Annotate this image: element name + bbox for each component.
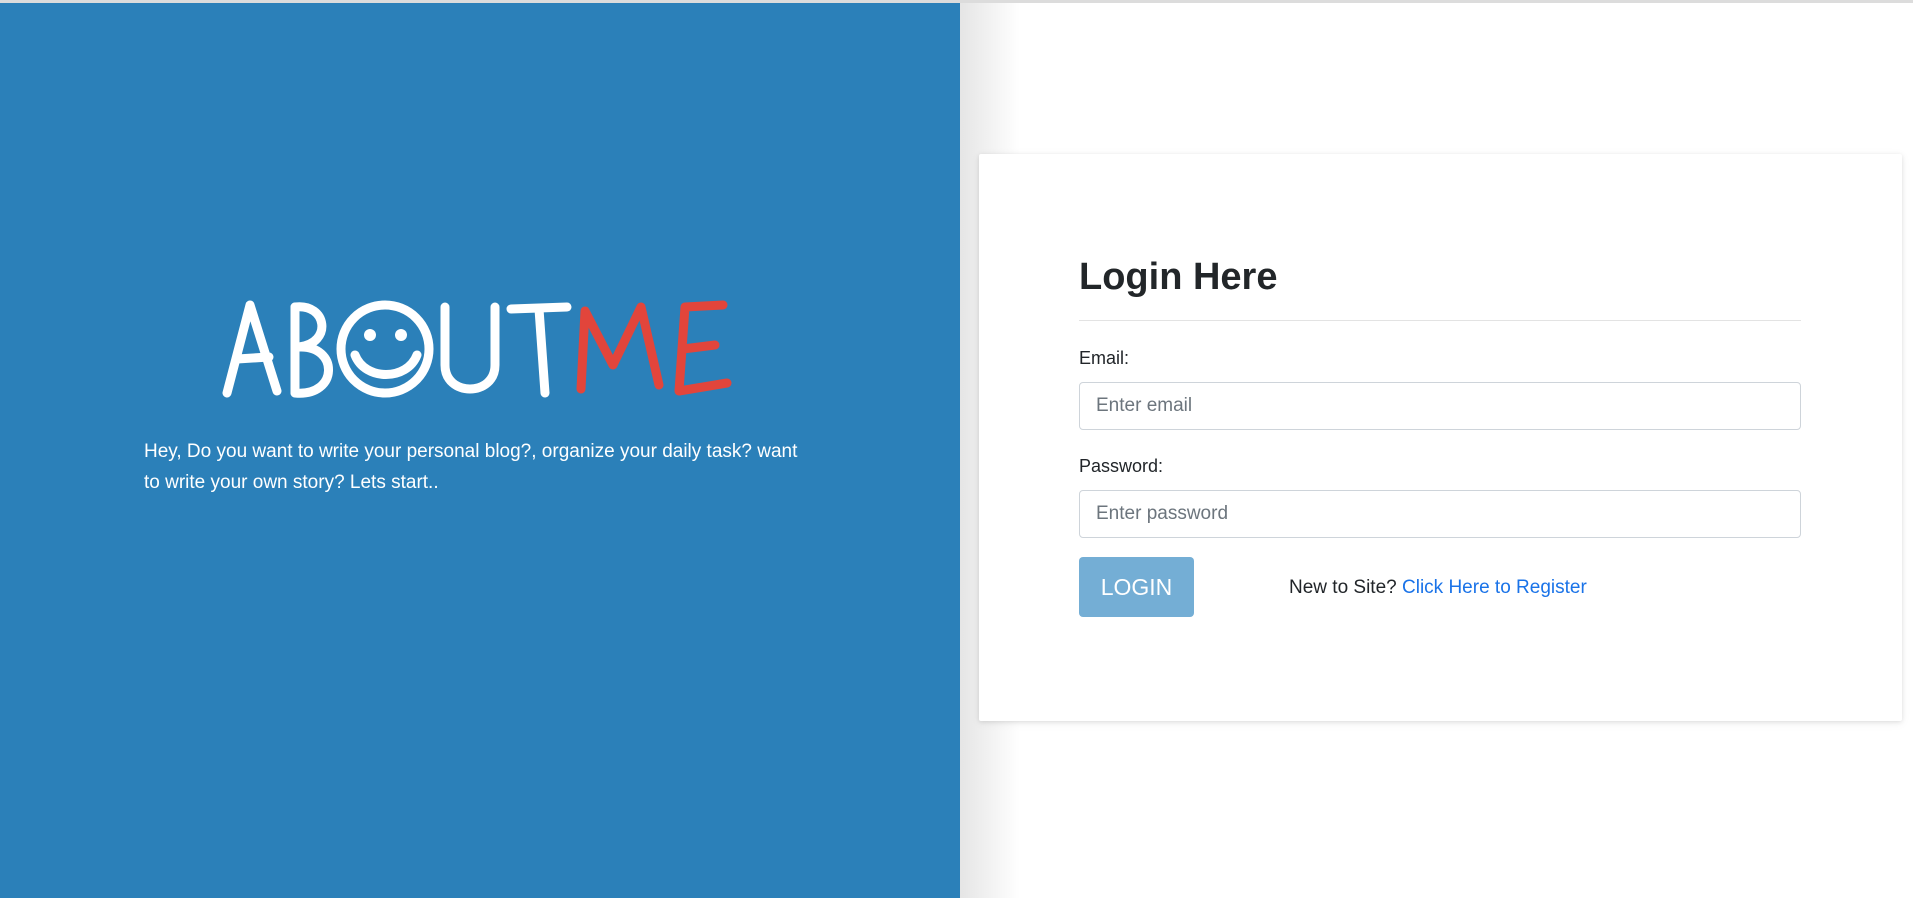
login-card: Login Here Email: Password: LOGIN New to… — [979, 154, 1902, 721]
brand-panel: Hey, Do you want to write your personal … — [0, 3, 960, 898]
title-divider — [1079, 320, 1801, 321]
password-label: Password: — [1079, 456, 1164, 476]
tagline-text: Hey, Do you want to write your personal … — [144, 441, 798, 493]
email-label: Email: — [1079, 348, 1130, 368]
logo-graphic — [222, 300, 732, 398]
aboutme-logo — [215, 293, 745, 408]
register-link[interactable]: Click Here to Register — [1402, 577, 1587, 598]
register-row: New to Site? Click Here to Register — [1289, 577, 1587, 599]
login-title: Login Here — [1079, 256, 1278, 298]
password-input[interactable] — [1079, 490, 1801, 538]
login-button[interactable]: LOGIN — [1079, 557, 1194, 617]
email-input[interactable] — [1079, 382, 1801, 430]
register-prompt: New to Site? — [1289, 577, 1397, 598]
